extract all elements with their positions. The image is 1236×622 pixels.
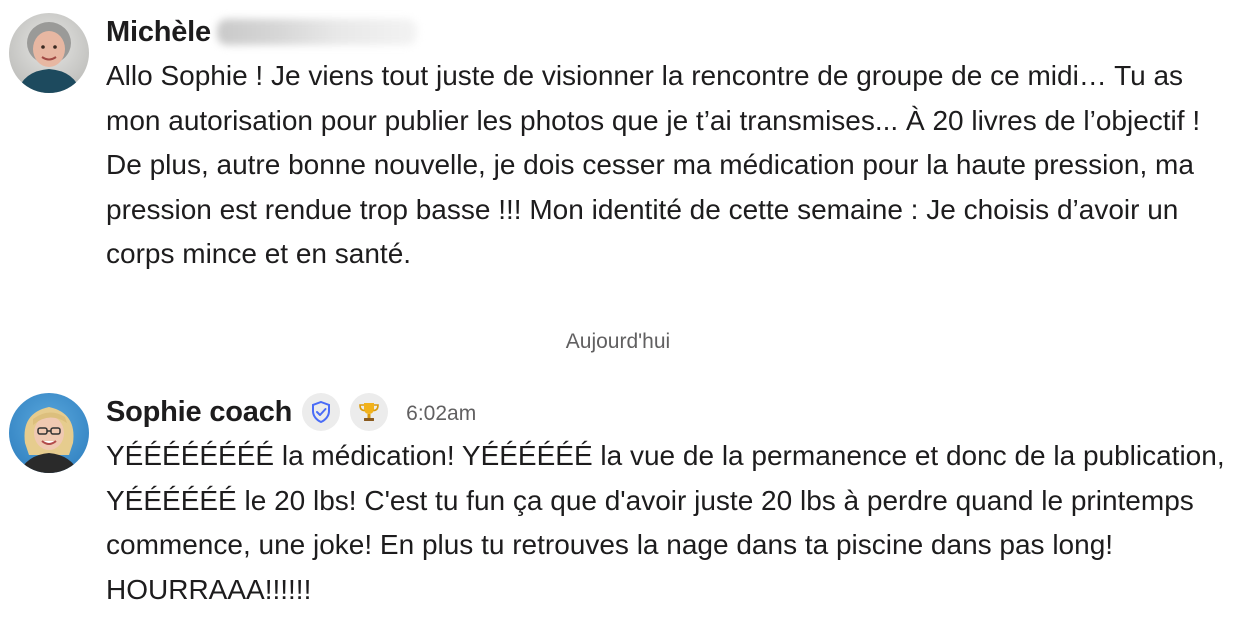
message-text: YÉÉÉÉÉÉÉÉ la médication! YÉÉÉÉÉÉ la vue … bbox=[106, 440, 1225, 605]
shield-check-icon[interactable] bbox=[302, 393, 341, 431]
author-name[interactable]: Michèle bbox=[106, 16, 211, 49]
author-name[interactable]: Sophie coach bbox=[106, 396, 292, 429]
redacted-surname bbox=[216, 19, 417, 45]
message-text: Allo Sophie ! Je viens tout juste de vis… bbox=[106, 60, 1201, 269]
trophy-icon[interactable] bbox=[350, 393, 389, 431]
message-header: Michèle bbox=[106, 10, 1226, 54]
avatar[interactable] bbox=[9, 393, 89, 473]
avatar[interactable] bbox=[9, 13, 89, 93]
message-timestamp[interactable]: 6:02am bbox=[406, 398, 476, 426]
message-header: Sophie coach 6:02am bbox=[106, 390, 1226, 434]
date-divider: Aujourd'hui bbox=[565, 330, 671, 353]
